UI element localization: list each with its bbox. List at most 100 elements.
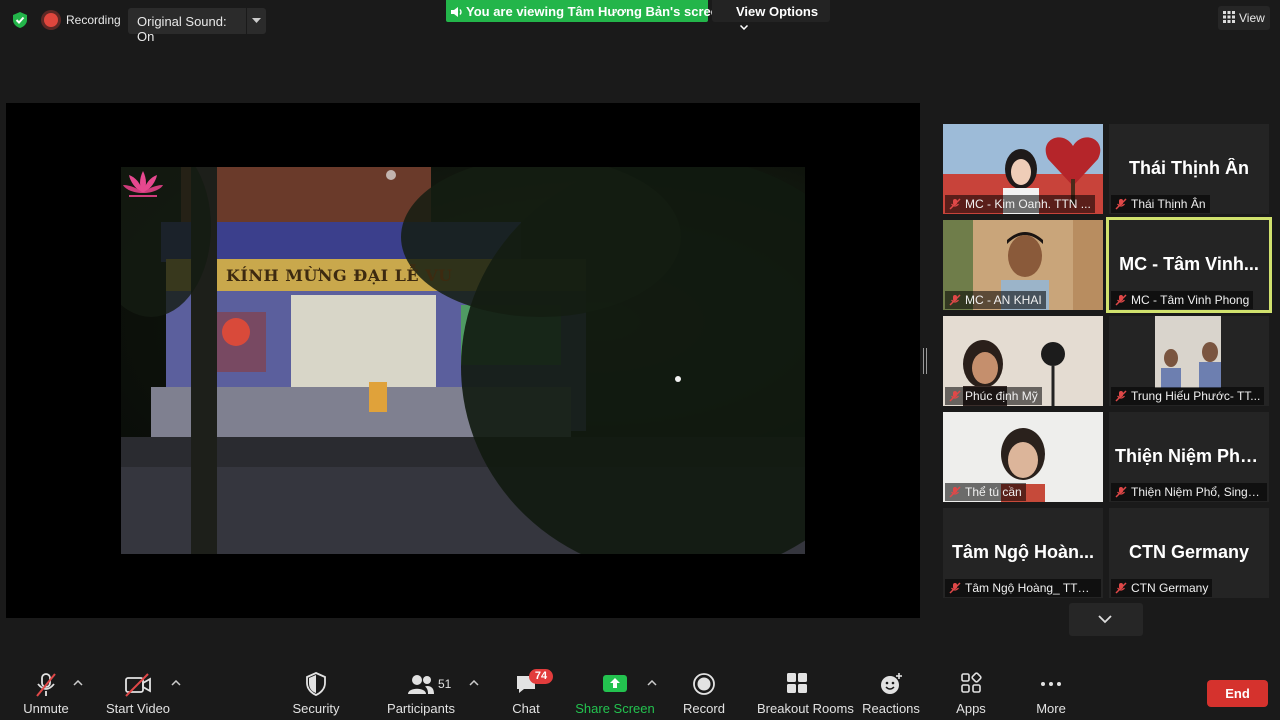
participant-tile[interactable]: Phúc định Mỹ bbox=[943, 316, 1103, 406]
reactions-button[interactable]: Reactions bbox=[862, 668, 920, 716]
apps-label: Apps bbox=[956, 701, 986, 716]
participants-button[interactable]: Participants bbox=[387, 668, 455, 716]
participant-tile[interactable]: Thiện Niệm Phổ... Thiện Niệm Phổ, Singa.… bbox=[1109, 412, 1269, 502]
more-label: More bbox=[1036, 701, 1066, 716]
video-off-icon bbox=[125, 673, 151, 697]
share-screen-button[interactable]: Share Screen bbox=[575, 668, 655, 716]
record-button[interactable]: Record bbox=[683, 668, 725, 716]
view-button-label: View bbox=[1239, 11, 1265, 25]
participant-name-text: Thái Thịnh Ân bbox=[1131, 197, 1206, 211]
participant-name-label: Phúc định Mỹ bbox=[945, 387, 1042, 405]
participant-tile[interactable]: MC - Kim Oanh. TTN ... bbox=[943, 124, 1103, 214]
start-video-button[interactable]: Start Video bbox=[106, 668, 170, 716]
lotus-logo-icon bbox=[123, 171, 163, 197]
participant-display-name: Thái Thịnh Ân bbox=[1129, 158, 1249, 178]
chevron-up-icon bbox=[73, 680, 83, 686]
microphone-off-icon bbox=[949, 198, 961, 210]
microphone-off-icon bbox=[949, 486, 961, 498]
participant-name-label: CTN Germany bbox=[1111, 579, 1213, 597]
participants-label: Participants bbox=[387, 701, 455, 716]
participant-name-text: MC - Kim Oanh. TTN ... bbox=[965, 197, 1091, 211]
viewing-banner-text: You are viewing Tâm Hương Bản's screen bbox=[466, 4, 726, 19]
microphone-off-icon bbox=[1115, 390, 1127, 402]
view-button[interactable]: View bbox=[1218, 6, 1270, 30]
breakout-rooms-icon bbox=[787, 673, 807, 693]
smiley-plus-icon bbox=[881, 673, 902, 694]
record-label: Record bbox=[683, 701, 725, 716]
start-video-label: Start Video bbox=[105, 701, 171, 716]
speaker-icon bbox=[451, 7, 462, 17]
unmute-button[interactable]: Unmute bbox=[23, 668, 69, 716]
participant-name-text: Thể tú cần bbox=[965, 485, 1022, 499]
breakout-rooms-button[interactable]: Breakout Rooms bbox=[757, 668, 854, 716]
shared-video-frame: KÍNH MỪNG ĐẠI LỄ VU bbox=[121, 167, 805, 554]
stage-banner-text: KÍNH MỪNG ĐẠI LỄ VU bbox=[226, 266, 453, 285]
apps-icon bbox=[961, 672, 982, 693]
more-dots-icon bbox=[1041, 682, 1061, 686]
participant-tile[interactable]: CTN Germany CTN Germany bbox=[1109, 508, 1269, 598]
shield-icon bbox=[306, 672, 326, 696]
security-button[interactable]: Security bbox=[293, 668, 339, 716]
original-sound-dropdown[interactable] bbox=[247, 8, 266, 34]
chat-label: Chat bbox=[512, 701, 540, 716]
participant-name-label: Thiện Niệm Phổ, Singa... bbox=[1111, 483, 1267, 501]
participant-name-label: Thể tú cần bbox=[945, 483, 1026, 501]
participant-name-label: MC - Kim Oanh. TTN ... bbox=[945, 195, 1095, 213]
participant-tile[interactable]: MC - AN KHAI bbox=[943, 220, 1103, 310]
microphone-off-icon bbox=[1115, 582, 1127, 594]
share-screen-icon bbox=[603, 675, 627, 692]
video-options-caret[interactable] bbox=[171, 680, 183, 692]
microphone-off-icon bbox=[1115, 486, 1127, 498]
microphone-off-icon bbox=[949, 390, 961, 402]
share-options-caret[interactable] bbox=[647, 680, 659, 692]
original-sound-button[interactable]: Original Sound: On bbox=[128, 8, 246, 44]
participants-count: 51 bbox=[438, 677, 452, 691]
participant-name-text: Thiện Niệm Phổ, Singa... bbox=[1131, 485, 1265, 499]
participant-display-name: Tâm Ngộ Hoàn... bbox=[951, 542, 1094, 562]
participant-name-text: Phúc định Mỹ bbox=[965, 389, 1038, 403]
participant-name-label: Trung Hiếu Phước- TT... bbox=[1111, 387, 1265, 405]
chevron-down-icon bbox=[739, 24, 749, 31]
participant-name-label: MC - Tâm Vinh Phong bbox=[1111, 291, 1254, 309]
microphone-off-icon bbox=[949, 294, 961, 306]
chevron-up-icon bbox=[469, 680, 479, 686]
participant-name-text: MC - Tâm Vinh Phong bbox=[1131, 293, 1250, 307]
stage-scene-image bbox=[121, 167, 805, 554]
participants-icon bbox=[408, 675, 434, 694]
record-icon bbox=[693, 673, 715, 695]
gallery-next-page-button[interactable] bbox=[1069, 603, 1143, 636]
viewing-screen-banner: You are viewing Tâm Hương Bản's screen bbox=[446, 0, 726, 22]
recording-dot-icon bbox=[44, 13, 58, 27]
microphone-off-icon bbox=[36, 673, 56, 697]
chevron-up-icon bbox=[171, 680, 181, 686]
participant-name-label: Thái Thịnh Ân bbox=[1111, 195, 1210, 213]
participant-tile-active-speaker[interactable]: MC - Tâm Vinh... MC - Tâm Vinh Phong bbox=[1106, 217, 1272, 313]
audio-options-caret[interactable] bbox=[73, 680, 85, 692]
participant-tile[interactable]: Tâm Ngộ Hoàn... Tâm Ngộ Hoàng_ TTN ... bbox=[943, 508, 1103, 598]
end-meeting-button[interactable]: End bbox=[1207, 680, 1268, 707]
microphone-off-icon bbox=[1115, 294, 1127, 306]
participant-name-label: Tâm Ngộ Hoàng_ TTN ... bbox=[945, 579, 1101, 597]
encryption-shield-icon[interactable] bbox=[11, 11, 29, 29]
unmute-label: Unmute bbox=[23, 701, 69, 716]
reactions-label: Reactions bbox=[862, 701, 920, 716]
splitter-drag-handle[interactable] bbox=[923, 348, 928, 374]
participant-display-name: CTN Germany bbox=[1128, 542, 1250, 562]
caret-down-icon bbox=[252, 18, 261, 23]
participant-display-name: Thiện Niệm Phổ... bbox=[1115, 446, 1267, 466]
view-options-button[interactable]: View Options bbox=[712, 0, 830, 31]
microphone-off-icon bbox=[949, 582, 961, 594]
chat-unread-badge: 74 bbox=[529, 669, 553, 684]
breakout-rooms-label: Breakout Rooms bbox=[757, 701, 854, 716]
more-button[interactable]: More bbox=[1031, 668, 1071, 716]
chevron-up-icon bbox=[647, 680, 657, 686]
chevron-down-icon bbox=[1098, 615, 1112, 624]
participant-name-text: MC - AN KHAI bbox=[965, 293, 1042, 307]
participant-tile[interactable]: Trung Hiếu Phước- TT... bbox=[1109, 316, 1269, 406]
grid-icon bbox=[1223, 11, 1235, 23]
participant-tile[interactable]: Thể tú cần bbox=[943, 412, 1103, 502]
participants-options-caret[interactable] bbox=[469, 680, 481, 692]
apps-button[interactable]: Apps bbox=[951, 668, 991, 716]
participant-tile[interactable]: Thái Thịnh Ân Thái Thịnh Ân bbox=[1109, 124, 1269, 214]
shared-screen[interactable]: KÍNH MỪNG ĐẠI LỄ VU bbox=[6, 103, 920, 618]
